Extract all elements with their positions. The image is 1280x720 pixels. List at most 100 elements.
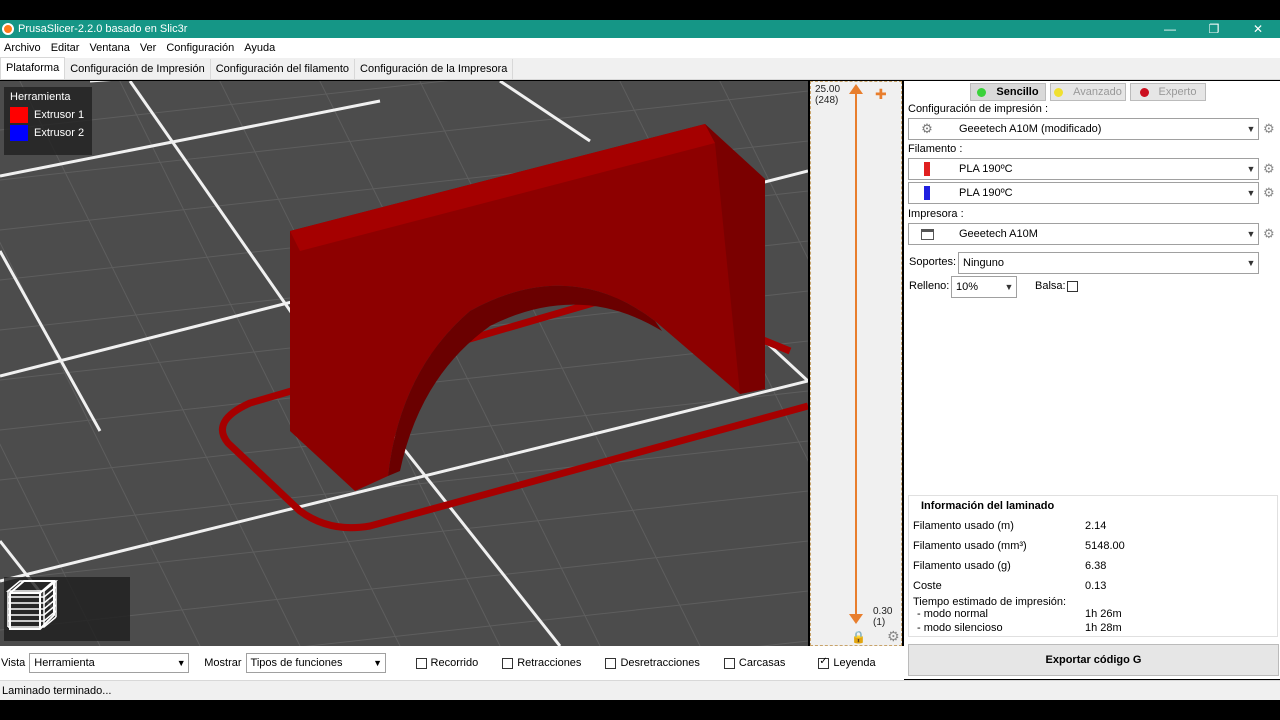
layers-icon [5, 580, 59, 628]
tab-filament-settings[interactable]: Configuración del filamento [211, 59, 356, 79]
3d-preview-viewport[interactable]: Herramienta Extrusor 1 Extrusor 2 [0, 81, 808, 646]
mode-avanzado-button[interactable]: Avanzado [1050, 83, 1126, 101]
show-label: Mostrar [204, 657, 242, 669]
view-type-combo[interactable]: Herramienta ▼ [29, 653, 190, 673]
print-settings-label: Configuración de impresión : [908, 103, 1049, 115]
time-row: - modo normal 1h 26m [913, 608, 1273, 622]
info-row: Coste 0.13 [913, 576, 1273, 596]
yellow-dot-icon [1054, 87, 1064, 97]
view-type-value: Herramienta [34, 657, 95, 669]
filament-color-icon [917, 186, 937, 200]
info-row: Filamento usado (g) 6.38 [913, 556, 1273, 576]
extruder-1-swatch [10, 107, 28, 123]
supports-value: Ninguno [963, 257, 1004, 269]
maximize-button[interactable]: ❐ [1192, 20, 1236, 38]
check-label: Recorrido [430, 657, 479, 669]
gear-icon: ⚙ [921, 121, 933, 136]
menu-editar[interactable]: Editar [47, 42, 86, 54]
export-gcode-button[interactable]: Exportar código G [908, 644, 1279, 676]
menu-ventana[interactable]: Ventana [85, 42, 135, 54]
tab-print-settings[interactable]: Configuración de Impresión [65, 59, 211, 79]
slice-info-panel: Información del laminado Filamento usado… [908, 495, 1278, 637]
filament-2-gear-icon[interactable]: ⚙ [1263, 185, 1275, 201]
green-dot-icon [977, 87, 987, 97]
deretractions-checkbox-row[interactable]: Desretracciones [605, 657, 700, 669]
filament-1-combo[interactable]: PLA 190ºC ▼ [908, 158, 1259, 180]
supports-combo[interactable]: Ninguno ▼ [958, 252, 1259, 274]
view-toggle-box [4, 577, 130, 641]
print-settings-combo[interactable]: ⚙ Geeetech A10M (modificado) ▼ [908, 118, 1259, 140]
time-value: 1h 28m [1085, 622, 1122, 634]
chevron-down-icon: ▼ [1004, 282, 1014, 292]
feature-types-combo[interactable]: Tipos de funciones ▼ [245, 653, 386, 673]
status-bar: Laminado terminado... [0, 680, 1280, 700]
travel-checkbox-row[interactable]: Recorrido [415, 657, 479, 669]
minimize-button[interactable]: — [1148, 20, 1192, 38]
info-key: Coste [913, 580, 942, 592]
lock-icon[interactable]: 🔒 [851, 630, 866, 644]
layer-slider-panel: 25.00 (248) ✚ 0.30 (1) 🔒 ⚙ [810, 81, 902, 646]
bottom-layer: (1) [873, 617, 886, 628]
slider-top-thumb[interactable] [849, 84, 863, 94]
filament-label: Filamento : [908, 143, 963, 155]
printer-combo[interactable]: Geeetech A10M ▼ [908, 223, 1259, 245]
printer-label: Impresora : [908, 208, 964, 220]
retractions-checkbox[interactable] [502, 657, 514, 669]
tab-bar: Plataforma Configuración de Impresión Co… [0, 57, 1280, 80]
bottom-black-bar [0, 700, 1280, 720]
check-label: Leyenda [833, 657, 876, 669]
supports-label: Soportes: [909, 256, 957, 268]
travel-checkbox[interactable] [415, 657, 427, 669]
extruder-2-swatch [10, 125, 28, 141]
chevron-down-icon: ▼ [373, 658, 382, 668]
legend-title: Herramienta [10, 91, 71, 103]
prusaslicer-logo-icon [2, 23, 14, 35]
tab-plataforma[interactable]: Plataforma [0, 57, 66, 79]
printer-gear-icon[interactable]: ⚙ [1263, 226, 1275, 242]
legend-checkbox[interactable] [818, 656, 830, 669]
add-color-change-icon[interactable]: ✚ [875, 86, 887, 103]
legend-label: Extrusor 2 [34, 127, 85, 139]
preview-toolbar: Vista Herramienta ▼ Mostrar Tipos de fun… [0, 646, 904, 680]
filament-color-icon [917, 162, 937, 176]
tool-legend: Herramienta Extrusor 1 Extrusor 2 [4, 87, 92, 155]
menu-ver[interactable]: Ver [136, 42, 163, 54]
tab-printer-settings[interactable]: Configuración de la Impresora [355, 59, 514, 79]
info-value: 6.38 [1085, 560, 1107, 572]
check-label: Desretracciones [620, 657, 700, 669]
infill-combo[interactable]: 10% ▼ [951, 276, 1017, 298]
slider-top-label: 25.00 (248) [815, 84, 840, 106]
menu-ayuda[interactable]: Ayuda [240, 42, 281, 54]
layer-slider-track[interactable] [855, 94, 857, 622]
shells-checkbox-row[interactable]: Carcasas [723, 657, 785, 669]
title-bar: PrusaSlicer-2.2.0 basado en Slic3r — ❐ ✕ [0, 20, 1280, 38]
mode-label: Sencillo [996, 86, 1039, 98]
mode-experto-button[interactable]: Experto [1130, 83, 1206, 101]
shells-checkbox[interactable] [723, 657, 735, 669]
mode-sencillo-button[interactable]: Sencillo [970, 83, 1046, 101]
filament-1-gear-icon[interactable]: ⚙ [1263, 161, 1275, 177]
window-controls: — ❐ ✕ [1148, 20, 1280, 38]
retractions-checkbox-row[interactable]: Retracciones [502, 657, 581, 669]
view-label: Vista [1, 657, 26, 669]
chevron-down-icon: ▼ [1246, 124, 1256, 134]
slider-bottom-thumb[interactable] [849, 614, 863, 624]
menu-archivo[interactable]: Archivo [0, 42, 47, 54]
close-button[interactable]: ✕ [1236, 20, 1280, 38]
mode-label: Avanzado [1073, 86, 1122, 98]
filament-2-combo[interactable]: PLA 190ºC ▼ [908, 182, 1259, 204]
menu-configuracion[interactable]: Configuración [162, 42, 240, 54]
legend-checkbox-row[interactable]: Leyenda [818, 656, 876, 669]
print-settings-gear-icon[interactable]: ⚙ [1263, 121, 1275, 137]
layers-view-button[interactable] [5, 577, 128, 639]
print-time-title: Tiempo estimado de impresión: [913, 596, 1067, 608]
info-key: Filamento usado (m) [913, 520, 1014, 532]
deretractions-checkbox[interactable] [605, 657, 617, 669]
menu-bar: Archivo Editar Ventana Ver Configuración… [0, 38, 1280, 58]
brim-label: Balsa: [1035, 280, 1066, 292]
slider-settings-gear-icon[interactable]: ⚙ [887, 628, 900, 645]
legend-item: Extrusor 2 [10, 125, 86, 141]
brim-checkbox[interactable] [1067, 281, 1078, 292]
chevron-down-icon: ▼ [1246, 188, 1256, 198]
top-layer: (248) [815, 95, 839, 106]
